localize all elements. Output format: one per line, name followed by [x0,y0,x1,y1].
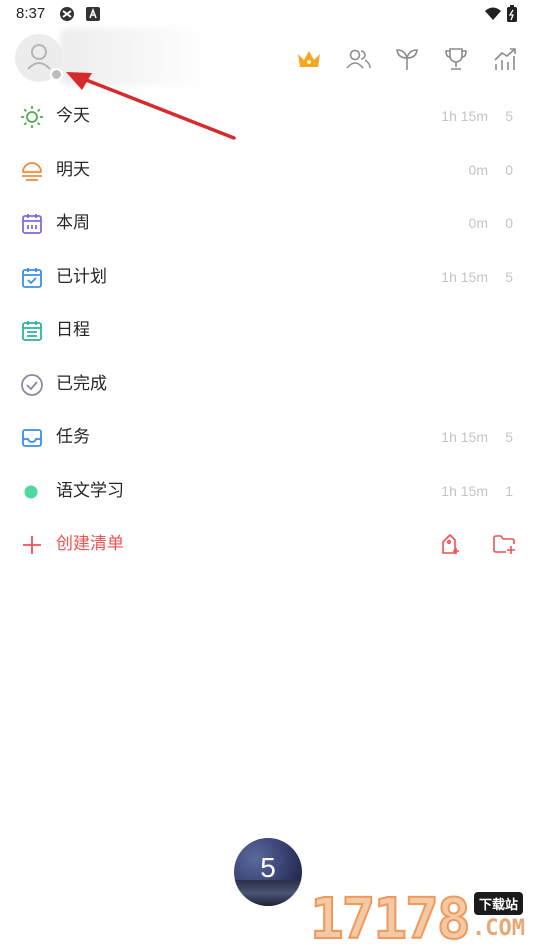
pomodoro-count: 5 [260,852,276,883]
list-count: 0 [505,161,513,178]
watermark-tag: 下载站 [474,892,524,915]
calendar-week-icon [20,212,44,236]
inbox-icon [20,426,44,450]
list-label: 明天 [56,159,90,180]
battery-icon [506,5,524,23]
watermark: 17178 下载站 .COM [309,887,532,950]
list-count: 0 [505,215,513,231]
stats-chart-icon[interactable] [490,44,520,74]
calendar-grid-icon [20,319,44,343]
list-duration: 0m [468,215,488,231]
list-item-completed[interactable]: 已完成 [0,358,534,412]
a-notification-icon [84,5,102,23]
check-circle-icon [20,373,44,397]
add-folder-icon[interactable] [492,532,516,556]
create-list-label: 创建清单 [56,534,124,554]
pomodoro-button[interactable]: 5 [234,838,302,906]
sunset-icon [20,159,44,183]
list-duration: 1h 15m [441,108,488,124]
list-duration: 1h 15m [441,429,488,445]
list-count: 1 [505,482,513,499]
status-bar: 8:37 [0,0,534,28]
list-item-tasks[interactable]: 任务 1h 15m 5 [0,411,534,465]
list-duration: 1h 15m [441,482,488,499]
list-duration: 0m [468,161,488,178]
crown-icon[interactable] [294,44,324,74]
list-label: 任务 [56,427,90,447]
status-time: 8:37 [16,5,46,22]
sprout-icon[interactable] [392,44,422,74]
add-tag-icon[interactable] [438,532,462,556]
trophy-icon[interactable] [441,44,471,74]
group-icon[interactable] [343,44,373,74]
watermark-digits: 17178 [309,887,472,950]
create-list-row[interactable]: 创建清单 [0,518,534,572]
list-label: 日程 [56,320,90,340]
sun-icon [20,105,44,129]
list-item-this-week[interactable]: 本周 0m 0 [0,197,534,251]
dot-icon [20,480,44,504]
list-label: 本周 [56,213,90,233]
list-count: 5 [505,429,513,445]
list-item-planned[interactable]: 已计划 1h 15m 5 [0,251,534,305]
app-notification-icon [58,5,76,23]
list-item-tomorrow[interactable]: 明天 0m 0 [0,144,534,198]
list-item-chinese-study[interactable]: 语文学习 1h 15m 1 [0,465,534,519]
list-menu: 今天 1h 15m 5 明天 0m 0 本周 0m 0 已计划 1h 15m 5… [0,90,534,572]
list-item-today[interactable]: 今天 1h 15m 5 [0,90,534,144]
plus-icon [20,533,44,557]
list-label: 今天 [56,106,90,126]
list-duration: 1h 15m [441,268,488,285]
list-label: 已完成 [56,373,107,394]
list-label: 已计划 [56,266,107,287]
calendar-check-icon [20,266,44,290]
list-item-schedule[interactable]: 日程 [0,304,534,358]
watermark-domain: .COM [472,916,525,941]
list-count: 5 [505,108,513,124]
create-actions [438,532,516,556]
wifi-icon [484,5,502,23]
list-count: 5 [505,268,513,285]
list-label: 语文学习 [56,480,124,501]
